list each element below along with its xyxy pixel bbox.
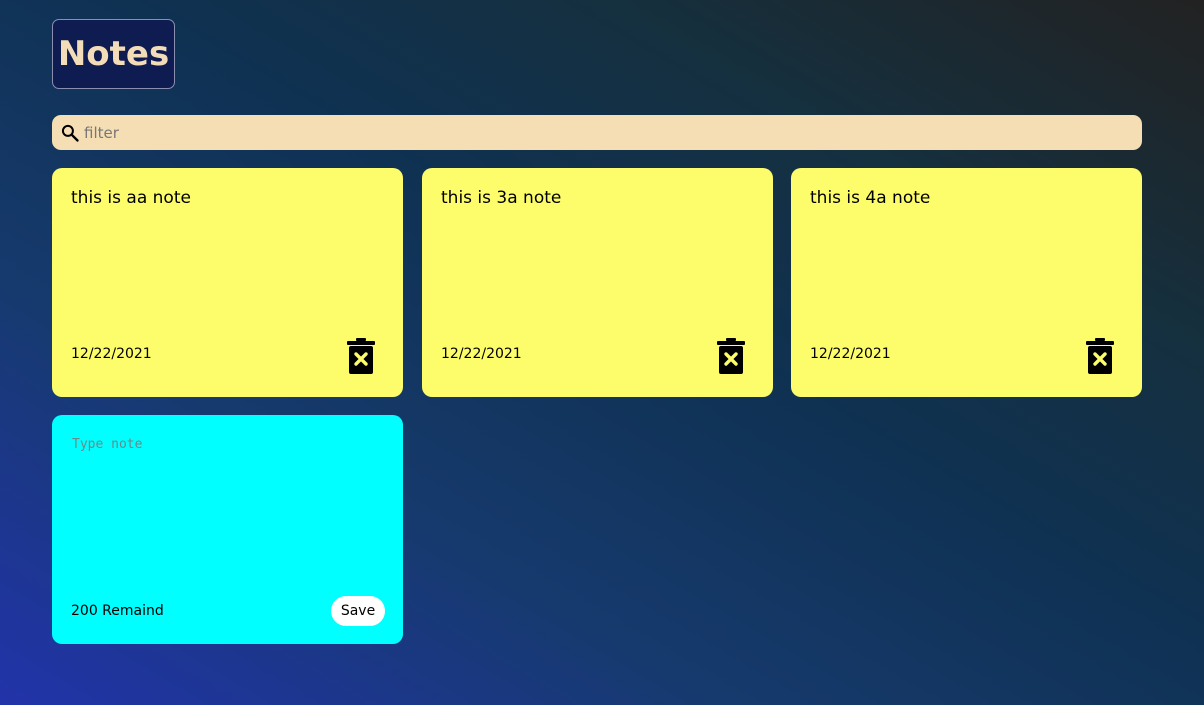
save-button[interactable]: Save — [331, 596, 385, 626]
new-note-textarea[interactable] — [70, 435, 384, 579]
search-input[interactable] — [80, 116, 1142, 149]
trash-delete-icon[interactable] — [347, 338, 375, 374]
app-title-box: Notes — [52, 19, 175, 89]
page-title: Notes — [57, 34, 170, 74]
note-card: this is aa note 12/22/2021 — [52, 168, 403, 397]
note-text: this is aa note — [71, 188, 191, 208]
characters-remaining: 200 Remaind — [71, 603, 164, 619]
note-text: this is 3a note — [441, 188, 562, 208]
note-text: this is 4a note — [810, 188, 931, 208]
search-icon — [60, 123, 80, 143]
trash-delete-icon[interactable] — [717, 338, 745, 374]
trash-delete-icon[interactable] — [1086, 338, 1114, 374]
note-date: 12/22/2021 — [71, 346, 152, 362]
note-date: 12/22/2021 — [810, 346, 891, 362]
new-note-card: 200 Remaind Save — [52, 415, 403, 644]
note-card: this is 3a note 12/22/2021 — [422, 168, 773, 397]
note-date: 12/22/2021 — [441, 346, 522, 362]
note-card: this is 4a note 12/22/2021 — [791, 168, 1142, 397]
search-bar[interactable] — [52, 115, 1142, 150]
